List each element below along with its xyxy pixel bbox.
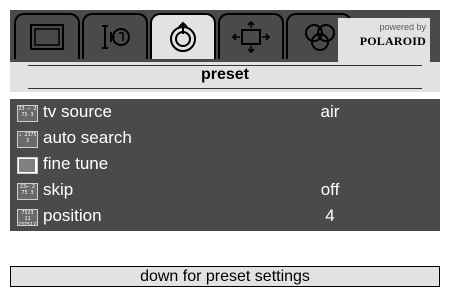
page-title: preset — [200, 66, 250, 83]
skip-icon: 23⇐ 2 75 3 — [17, 183, 38, 200]
menu-item-label: tv source — [43, 102, 112, 121]
menu-item-auto-search[interactable]: ↓ 2375 3 auto search — [10, 127, 440, 151]
powered-by-text: powered by — [379, 22, 426, 32]
tab-sound[interactable] — [82, 13, 148, 59]
menu-item-value: 4 — [325, 206, 335, 225]
preset-settings-list: 23 ⇐ 2 75 3 tv source air ↓ 2375 3 auto … — [10, 99, 440, 231]
menu-item-tv-source[interactable]: 23 ⇐ 2 75 3 tv source air — [10, 101, 440, 125]
menu-item-skip[interactable]: 23⇐ 2 75 3 skip off — [10, 179, 440, 203]
auto-search-icon: ↓ 2375 3 — [17, 131, 38, 148]
tv-source-icon: 23 ⇐ 2 75 3 — [17, 105, 38, 122]
menu-tab-bar: powered by POLAROID — [10, 10, 440, 62]
position-icon: 7523 11 2375123 — [17, 209, 38, 226]
menu-item-value: off — [320, 180, 340, 199]
divider — [28, 88, 422, 89]
menu-item-label: skip — [43, 180, 74, 199]
menu-item-position[interactable]: 7523 11 2375123 position 4 — [10, 205, 440, 229]
fine-tune-icon — [17, 157, 38, 174]
menu-item-fine-tune[interactable]: fine tune — [10, 153, 440, 177]
polaroid-logo: POLAROID — [359, 34, 426, 48]
menu-item-label: position — [43, 206, 102, 225]
hint-bar: down for preset settings — [10, 266, 440, 287]
tab-preset[interactable] — [150, 13, 216, 59]
tab-geometry[interactable] — [218, 13, 284, 59]
menu-item-label: fine tune — [43, 154, 109, 173]
brand-badge: powered by POLAROID — [338, 18, 430, 62]
menu-item-value: air — [320, 102, 340, 121]
tab-picture[interactable] — [14, 13, 80, 59]
menu-item-label: auto search — [43, 128, 132, 147]
menu-title-band: preset — [10, 62, 440, 93]
